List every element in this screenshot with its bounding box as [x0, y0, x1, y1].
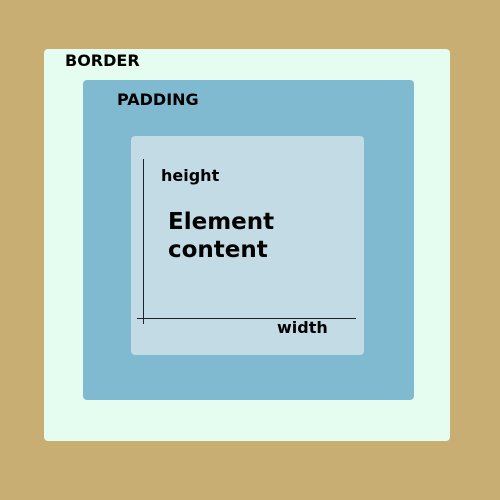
border-label: BORDER: [65, 51, 140, 70]
width-label: width: [277, 318, 328, 337]
content-label-line1: Element: [168, 209, 275, 235]
height-axis-line: [143, 159, 144, 324]
height-label: height: [161, 166, 220, 185]
padding-label: PADDING: [117, 90, 199, 109]
content-label-line2: content: [168, 237, 268, 263]
element-content-label: Element content: [168, 208, 318, 264]
